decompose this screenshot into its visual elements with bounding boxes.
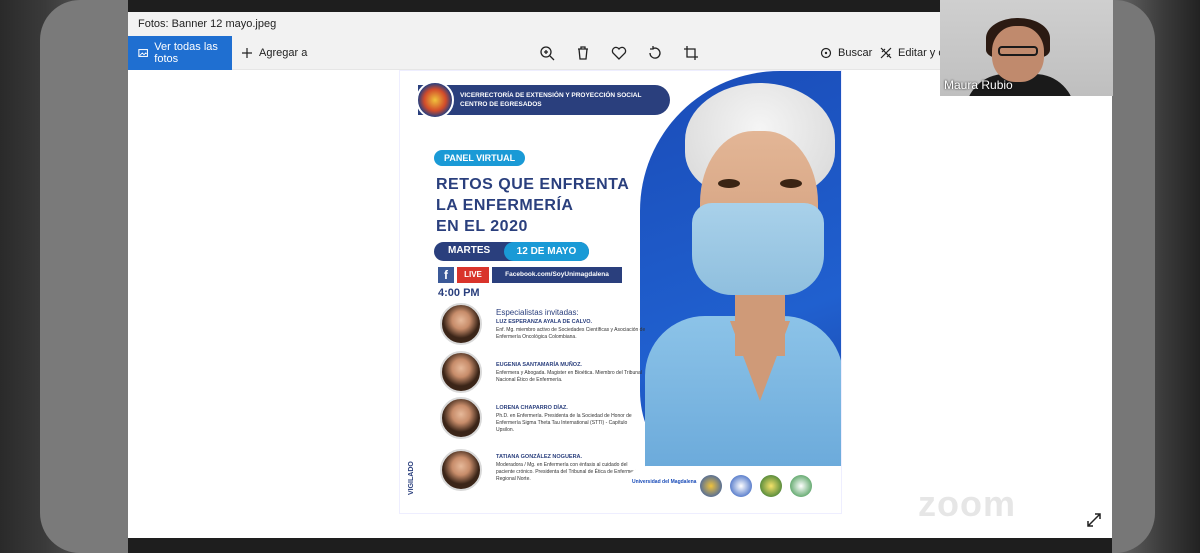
photo-viewer-canvas: VICERRECTORÍA DE EXTENSIÓN Y PROYECCIÓN … [128, 70, 1112, 538]
nurse-eyes [712, 179, 808, 189]
edit-icon [880, 47, 892, 59]
zoom-watermark-logo: zoom [918, 483, 1016, 524]
speaker-photo [440, 351, 482, 393]
nurse-mask [692, 203, 824, 295]
see-all-photos-label: Ver todas las fotos [154, 41, 218, 65]
event-time: 4:00 PM [438, 287, 480, 299]
sponsor-logo [730, 475, 752, 497]
header-line-1: VICERRECTORÍA DE EXTENSIÓN Y PROYECCIÓN … [460, 92, 642, 99]
participant-name: Maura Rubio [944, 78, 1013, 92]
date-value: 12 DE MAYO [504, 242, 589, 261]
sponsor-logo [700, 475, 722, 497]
speaker-desc: Enf. Mg. miembro activo de Sociedades Ci… [496, 327, 646, 340]
speaker-name: LORENA CHAPARRO DÍAZ. [496, 405, 568, 411]
banner-header-text: VICERRECTORÍA DE EXTENSIÓN Y PROYECCIÓN … [460, 91, 641, 109]
banner-image: VICERRECTORÍA DE EXTENSIÓN Y PROYECCIÓN … [399, 70, 842, 514]
see-all-photos-button[interactable]: Ver todas las fotos [128, 36, 232, 70]
speaker-photo [440, 397, 482, 439]
speaker-name: LUZ ESPERANZA AYALA DE CALVO. [496, 319, 593, 325]
title-line-3: EN EL 2020 [436, 218, 528, 235]
live-badge: LIVE [457, 267, 489, 283]
university-seal-logo [416, 81, 454, 119]
favorite-heart-icon[interactable] [611, 45, 627, 61]
search-button[interactable]: Buscar [820, 36, 872, 70]
participant-video-tile[interactable]: Maura Rubio [940, 0, 1113, 96]
speaker-name: EUGENIA SANTAMARÍA MUÑOZ. [496, 362, 582, 368]
sponsor-logo [760, 475, 782, 497]
header-line-2: CENTRO DE EGRESADOS [460, 101, 542, 108]
facebook-url: Facebook.com/SoyUnimagdalena [492, 267, 622, 283]
bottom-letterbox [128, 538, 1112, 553]
zoom-in-icon[interactable] [539, 45, 555, 61]
add-to-label: Agregar a [259, 47, 308, 59]
right-bezel [1110, 0, 1200, 553]
speaker-name: TATIANA GONZÁLEZ NOGUERA. [496, 454, 583, 460]
facebook-icon: f [438, 267, 454, 283]
speaker-desc: Moderadora / Mg. en Enfermería con énfas… [496, 462, 639, 482]
nurse-vneck [730, 321, 790, 401]
search-label: Buscar [838, 47, 873, 59]
photos-icon [138, 49, 148, 57]
top-letterbox [128, 0, 940, 12]
participant-glasses [998, 46, 1038, 56]
date-day: MARTES [448, 245, 491, 256]
search-icon [820, 47, 832, 59]
plus-icon [242, 48, 252, 58]
banner-title: RETOS QUE ENFRENTA LA ENFERMERÍA EN EL 2… [436, 174, 629, 237]
panel-virtual-badge: PANEL VIRTUAL [434, 150, 526, 166]
specialists-heading: Especialistas invitadas: [496, 308, 579, 317]
crop-icon[interactable] [683, 45, 699, 61]
speaker-desc: Enfermera y Abogada. Magister en Bioétic… [496, 370, 642, 383]
title-line-1: RETOS QUE ENFRENTA [436, 176, 630, 193]
title-line-2: LA ENFERMERÍA [436, 197, 574, 214]
speaker-photo [440, 449, 482, 491]
sponsor-logo [790, 475, 812, 497]
left-bezel [0, 0, 128, 553]
delete-icon[interactable] [575, 45, 591, 61]
rotate-icon[interactable] [647, 45, 663, 61]
add-to-button[interactable]: Agregar a [241, 36, 307, 70]
speaker-desc: Ph.D. en Enfermería. Presidenta de la So… [496, 413, 632, 433]
zoom-screen-share: Fotos: Banner 12 mayo.jpeg Ver todas las… [0, 0, 1200, 553]
vigilado-label: VIGILADO [408, 461, 415, 495]
sponsor-text: Universidad del Magdalena [632, 479, 697, 485]
speaker-photo [440, 303, 482, 345]
fullscreen-expand-icon[interactable] [1086, 512, 1102, 528]
